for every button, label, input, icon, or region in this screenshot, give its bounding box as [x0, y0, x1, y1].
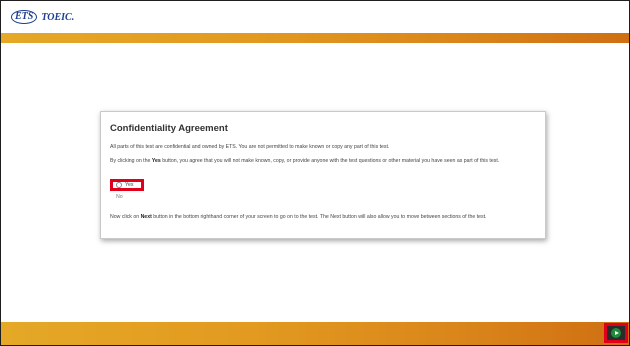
bottom-bar: [1, 322, 629, 345]
agreement-text-suffix: button, you agree that you will not make…: [160, 158, 500, 164]
next-arrow-icon: [611, 328, 621, 338]
no-radio-option[interactable]: No: [110, 194, 123, 200]
agreement-text-yes: Yes: [151, 158, 161, 164]
next-button[interactable]: [604, 323, 628, 343]
app-window: ETS TOEIC. Confidentiality Agreement All…: [0, 0, 630, 346]
dialog-title: Confidentiality Agreement: [110, 123, 228, 134]
top-stripe: [1, 33, 629, 43]
confidentiality-dialog: Confidentiality Agreement All parts of t…: [100, 111, 546, 239]
radio-button-icon[interactable]: [116, 182, 122, 188]
agreement-paragraph: By clicking on the Yes button, you agree…: [110, 158, 538, 165]
yes-radio-option[interactable]: Yes: [110, 179, 144, 191]
instructions-text-next: Next: [140, 214, 152, 220]
agreement-text-prefix: By clicking on the: [110, 158, 152, 164]
toeic-logo: ETS TOEIC.: [11, 10, 74, 24]
instructions-text-prefix: Now click on: [110, 214, 141, 220]
instructions-paragraph: Now click on Next button in the bottom r…: [110, 214, 538, 221]
ets-logo-mark: ETS: [11, 10, 38, 24]
toeic-logo-text: TOEIC.: [41, 11, 75, 23]
header: ETS TOEIC.: [1, 1, 629, 33]
yes-radio-label: Yes: [125, 182, 134, 188]
instructions-text-suffix: button in the bottom righthand corner of…: [151, 214, 487, 220]
confidentiality-paragraph: All parts of this test are confidential …: [110, 144, 390, 150]
no-radio-label: No: [116, 194, 123, 200]
